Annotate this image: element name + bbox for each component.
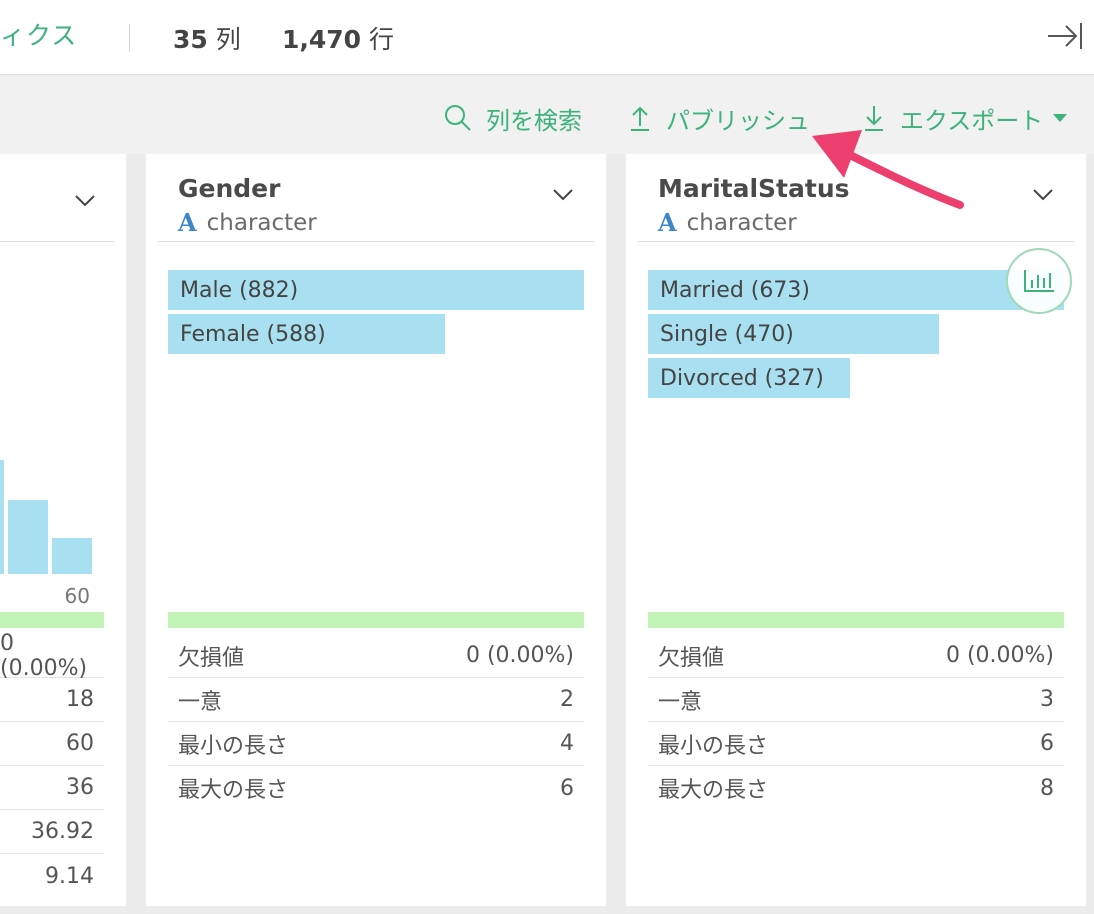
stat-label: 最大の長さ <box>658 778 769 803</box>
row-count-unit: 行 <box>369 25 395 54</box>
publish-label: パブリッシュ <box>666 106 810 135</box>
chevron-down-icon[interactable] <box>1032 188 1054 202</box>
category-bar[interactable]: Married (673) <box>648 270 1064 310</box>
valid-ratio-bar <box>648 612 1064 628</box>
column-card-gender: Gender A character Male (882) Female (588… <box>146 154 606 906</box>
stat-label: 最小の長さ <box>658 733 769 759</box>
chart-view-button[interactable] <box>1006 248 1072 314</box>
stat-value: 36 <box>66 775 94 800</box>
stat-row: 60 <box>0 722 104 766</box>
tab-partial-label[interactable]: ィクス <box>0 16 77 52</box>
column-title: Gender <box>178 174 281 203</box>
stat-label: 最大の長さ <box>178 778 289 803</box>
stat-value: 9.14 <box>45 863 94 889</box>
stat-label: 欠損値 <box>178 645 245 671</box>
stat-value: 3 <box>1040 687 1054 712</box>
top-header: ィクス 35 列 1,470 行 <box>0 0 1094 75</box>
toolbar: 列を検索 パブリッシュ エクスポート <box>0 76 1094 154</box>
card-header-divider <box>0 241 114 242</box>
card-header-divider <box>638 241 1074 242</box>
stat-row: 36 <box>0 766 104 810</box>
caret-down-icon[interactable] <box>1053 114 1068 122</box>
category-bar[interactable]: Female (588) <box>168 314 445 354</box>
category-bar[interactable]: Male (882) <box>168 270 584 310</box>
search-columns-button[interactable]: 列を検索 <box>444 102 582 135</box>
stat-row: 欠損値 0 (0.00%) <box>648 634 1064 678</box>
stat-value: 2 <box>560 687 574 712</box>
column-type: A character <box>658 208 797 237</box>
search-icon <box>445 105 471 131</box>
upload-icon <box>631 106 649 131</box>
stat-value: 36.92 <box>31 819 94 844</box>
stat-row: 0 (0.00%) <box>0 630 104 681</box>
column-count-value: 35 <box>173 25 208 54</box>
collapse-panel-icon[interactable] <box>1046 20 1084 52</box>
stat-row: 一意 2 <box>168 678 584 722</box>
export-label: エクスポート <box>900 106 1044 135</box>
column-card-maritalstatus: MaritalStatus A character Married (673) S… <box>626 154 1086 906</box>
stat-value: 60 <box>66 731 94 756</box>
summary-stats: 欠損値 0 (0.00%) 一意 3 最小の長さ 6 最大の長さ 8 <box>648 634 1064 810</box>
summary-stats: 欠損値 0 (0.00%) 一意 2 最小の長さ 4 最大の長さ 6 <box>168 634 584 810</box>
stat-label: 最小の長さ <box>178 733 289 759</box>
column-card-partial: 60 0 (0.00%) 18 60 36 36.92 9.14 <box>0 154 126 906</box>
histogram-bar[interactable] <box>8 500 48 574</box>
stat-label: 欠損値 <box>658 645 725 671</box>
histogram-tick-label: 60 <box>64 584 90 608</box>
stat-row: 欠損値 0 (0.00%) <box>168 634 584 678</box>
stat-row: 最小の長さ 6 <box>648 722 1064 766</box>
histogram-bar[interactable] <box>52 538 92 574</box>
stat-value: 0 (0.00%) <box>465 643 574 668</box>
stat-row: 36.92 <box>0 810 104 854</box>
card-header-divider <box>158 241 594 242</box>
valid-ratio-bar <box>168 612 584 628</box>
search-columns-label: 列を検索 <box>486 106 582 135</box>
stat-row: 最大の長さ 8 <box>648 766 1064 810</box>
download-icon <box>865 106 883 131</box>
column-type-label: character <box>686 209 797 236</box>
chevron-down-icon[interactable] <box>552 188 574 202</box>
histogram-bar[interactable] <box>0 460 4 574</box>
stat-value: 18 <box>66 687 94 712</box>
category-bar[interactable]: Single (470) <box>648 314 939 354</box>
summary-stats: 0 (0.00%) 18 60 36 36.92 9.14 <box>0 630 104 898</box>
column-count-unit: 列 <box>215 25 241 54</box>
header-divider <box>129 24 130 52</box>
stat-value: 0 (0.00%) <box>0 630 88 681</box>
column-count: 35 列 <box>173 20 241 56</box>
character-type-icon: A <box>658 208 677 237</box>
chevron-down-icon[interactable] <box>74 194 96 208</box>
stat-row: 最小の長さ 4 <box>168 722 584 766</box>
stat-value: 0 (0.00%) <box>945 643 1054 668</box>
column-type-label: character <box>206 209 317 236</box>
column-title: MaritalStatus <box>658 174 850 203</box>
row-count: 1,470 行 <box>282 20 394 56</box>
row-count-value: 1,470 <box>282 25 362 54</box>
stat-label: 一意 <box>658 689 703 715</box>
stat-value: 6 <box>560 775 574 801</box>
character-type-icon: A <box>178 208 197 237</box>
stat-value: 4 <box>560 731 574 756</box>
bar-chart-icon <box>1024 270 1054 292</box>
stat-row: 9.14 <box>0 854 104 898</box>
stat-row: 最大の長さ 6 <box>168 766 584 810</box>
stat-label: 一意 <box>178 689 223 715</box>
publish-button[interactable]: パブリッシュ <box>628 102 810 135</box>
stat-row: 一意 3 <box>648 678 1064 722</box>
export-button[interactable]: エクスポート <box>862 102 1068 135</box>
stat-value: 8 <box>1040 775 1054 801</box>
stat-row: 18 <box>0 678 104 722</box>
valid-ratio-bar <box>0 612 104 628</box>
column-type: A character <box>178 208 317 237</box>
category-bar[interactable]: Divorced (327) <box>648 358 850 398</box>
stat-value: 6 <box>1040 731 1054 756</box>
